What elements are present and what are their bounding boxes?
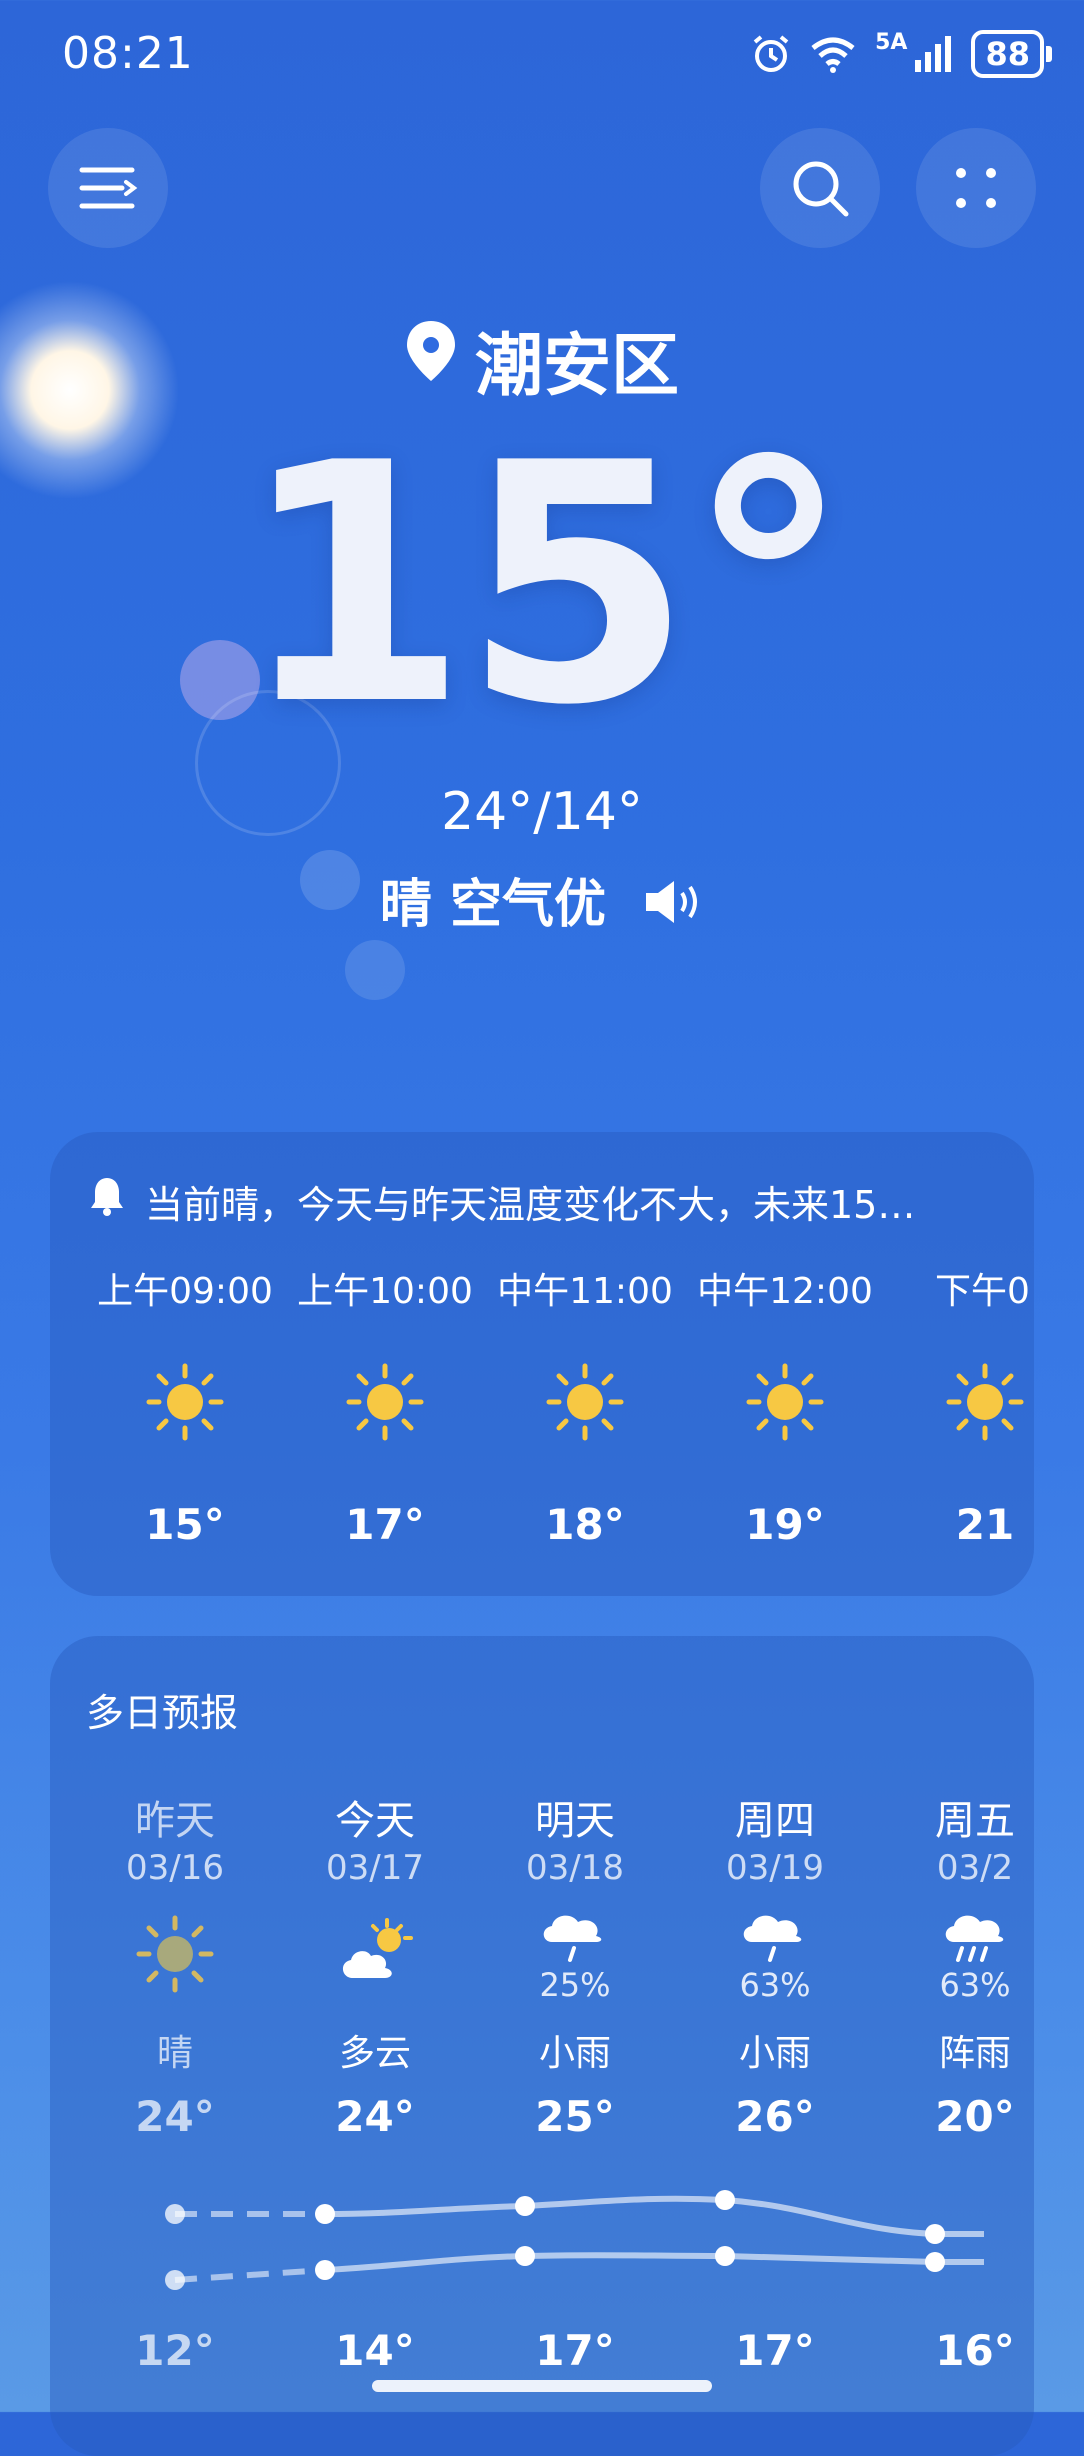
- hour-time: 下午0: [935, 1271, 1030, 1312]
- battery-indicator: 88: [971, 30, 1052, 78]
- home-indicator[interactable]: [372, 2380, 712, 2392]
- hour-time: 上午09:00: [97, 1271, 273, 1312]
- day-name: 周五: [935, 1798, 1015, 1844]
- daily-forecast-card[interactable]: 多日预报 昨天 今天 明天 周四 周五 03/16 03/17 03/18 03…: [50, 1636, 1034, 2456]
- hour-temp: 18°: [545, 1500, 625, 1549]
- hour-temp: 19°: [745, 1500, 825, 1549]
- day-name: 明天: [535, 1798, 615, 1844]
- temperature-trend-chart: [165, 2190, 984, 2290]
- day-condition: 晴: [156, 2033, 193, 2074]
- hourly-forecast-card[interactable]: 当前晴，今天与昨天温度变化不大，未来15… 上午09:00 上午10:00 中午…: [50, 1132, 1034, 1596]
- speaker-icon[interactable]: [644, 878, 704, 938]
- hour-temp: 21: [955, 1500, 1015, 1549]
- current-temperature: 15°: [238, 393, 851, 777]
- high-low-temperature: 24°/14°: [441, 782, 643, 842]
- low-point: [925, 2252, 945, 2272]
- weather-summary: 当前晴，今天与昨天温度变化不大，未来15…: [145, 1183, 916, 1227]
- sun-icon: [746, 1363, 824, 1441]
- day-date: 03/18: [526, 1848, 624, 1888]
- hour-time: 中午11:00: [497, 1271, 673, 1312]
- day-high: 25°: [535, 2092, 615, 2141]
- wifi-icon: [811, 37, 855, 73]
- light-rain-icon: [743, 1915, 802, 1962]
- day-low: 16°: [935, 2326, 1015, 2375]
- condition-row: 晴 空气优: [0, 862, 1084, 938]
- more-icon: [956, 168, 996, 208]
- precip-probability: 63%: [739, 1966, 811, 2004]
- sun-icon: [946, 1363, 1024, 1441]
- high-point: [515, 2196, 535, 2216]
- hour-time: 上午10:00: [297, 1271, 473, 1312]
- bell-icon: [90, 1176, 124, 1220]
- low-point: [715, 2246, 735, 2266]
- sun-icon: [146, 1363, 224, 1441]
- partly-cloudy-icon: [342, 1918, 413, 1978]
- location-pin-icon: [405, 319, 457, 400]
- high-point: [165, 2204, 185, 2224]
- day-date: 03/16: [126, 1848, 224, 1888]
- day-condition: 阵雨: [938, 2033, 1011, 2074]
- hour-temp: 15°: [145, 1500, 225, 1549]
- shower-icon: [945, 1915, 1004, 1962]
- precip-probability: 25%: [539, 1966, 611, 2004]
- signal-icon: [915, 36, 952, 72]
- sun-icon: [546, 1363, 624, 1441]
- search-button[interactable]: [760, 128, 880, 248]
- day-condition: 多云: [338, 2033, 411, 2074]
- day-low: 17°: [535, 2326, 615, 2375]
- high-point: [925, 2224, 945, 2244]
- sun-icon: [346, 1363, 424, 1441]
- day-date: 03/19: [726, 1848, 824, 1888]
- day-name: 昨天: [135, 1798, 215, 1844]
- sun-icon: [136, 1915, 214, 1993]
- day-date: 03/2: [936, 1848, 1014, 1888]
- day-name: 周四: [735, 1798, 815, 1844]
- alarm-icon: [753, 35, 789, 72]
- day-high: 26°: [735, 2092, 815, 2141]
- day-condition: 小雨: [538, 2033, 611, 2074]
- low-point: [165, 2270, 185, 2290]
- status-icons: 5A 88: [751, 29, 1052, 78]
- low-point: [315, 2260, 335, 2280]
- day-condition: 小雨: [738, 2033, 811, 2074]
- day-high: 24°: [335, 2092, 415, 2141]
- lens-flare: [345, 940, 405, 1000]
- daily-forecast-title: 多日预报: [86, 1691, 239, 1735]
- menu-button[interactable]: [48, 128, 168, 248]
- day-low: 14°: [335, 2326, 415, 2375]
- precip-probability: 63%: [939, 1966, 1011, 2004]
- hour-time: 中午12:00: [697, 1271, 873, 1312]
- hour-temp: 17°: [345, 1500, 425, 1549]
- more-button[interactable]: [916, 128, 1036, 248]
- day-date: 03/17: [326, 1848, 424, 1888]
- low-point: [515, 2246, 535, 2266]
- menu-icon: [79, 167, 138, 209]
- day-name: 今天: [335, 1798, 415, 1844]
- light-rain-icon: [543, 1915, 602, 1962]
- day-low: 17°: [735, 2326, 815, 2375]
- status-time: 08:21: [62, 28, 194, 79]
- network-label: 5A: [875, 29, 908, 55]
- day-low: 12°: [135, 2326, 215, 2375]
- condition-text: 晴 空气优: [379, 875, 606, 935]
- search-icon: [793, 161, 849, 217]
- day-high: 24°: [135, 2092, 215, 2141]
- day-high: 20°: [935, 2092, 1015, 2141]
- high-point: [715, 2190, 735, 2210]
- high-point: [315, 2204, 335, 2224]
